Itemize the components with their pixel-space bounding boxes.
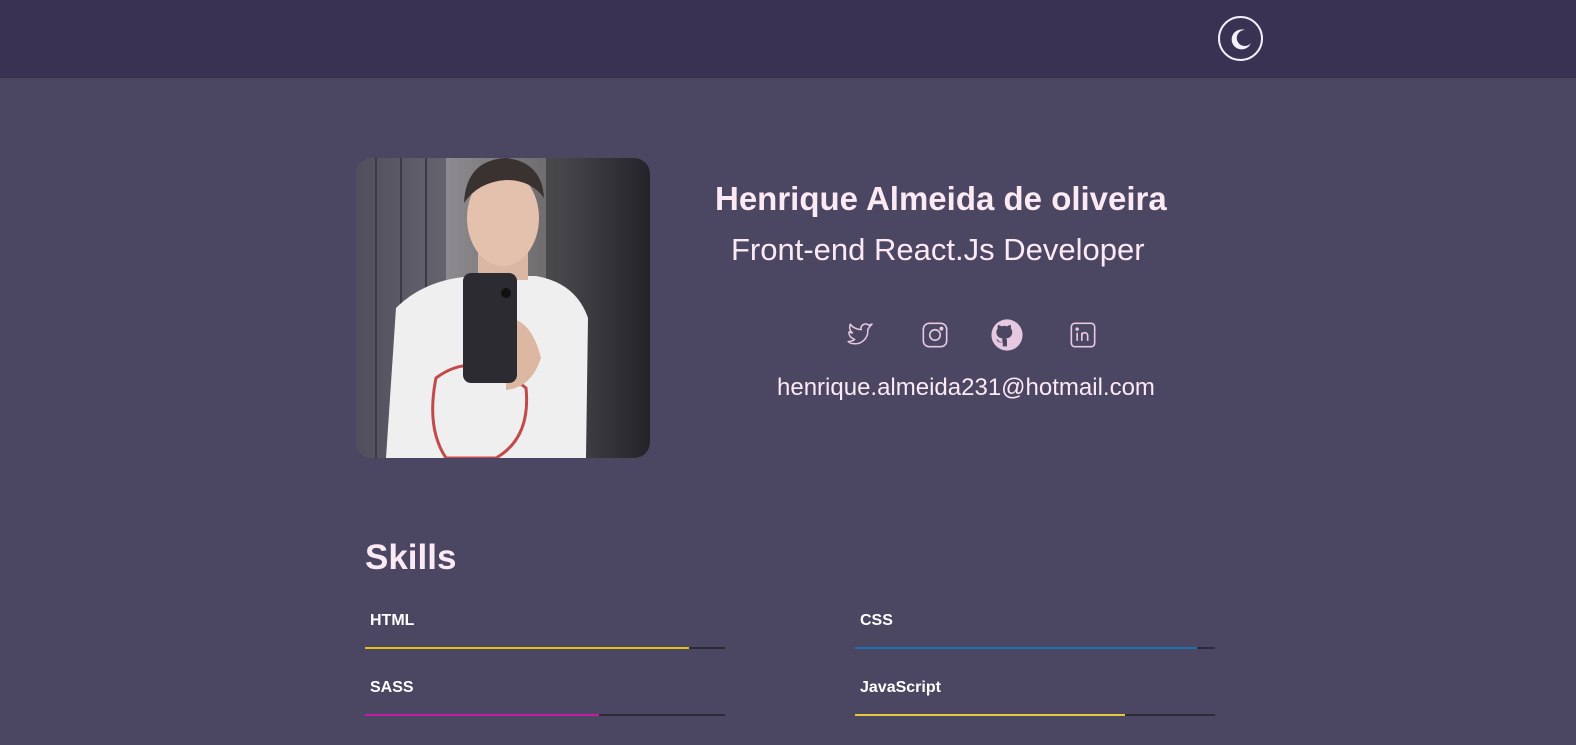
avatar-photo: [356, 158, 650, 458]
skill-bar-fill: [365, 647, 689, 649]
linkedin-link[interactable]: [1066, 318, 1100, 352]
profile-role: Front-end React.Js Developer: [731, 232, 1145, 267]
social-links: [0, 318, 1576, 354]
instagram-icon: [922, 322, 948, 348]
skill-bar: [855, 647, 1215, 649]
skill-label: JavaScript: [860, 679, 941, 696]
skill-sass: SASS: [365, 679, 725, 716]
skill-bar: [365, 647, 725, 649]
skill-bar-fill: [365, 714, 599, 716]
github-link[interactable]: [990, 318, 1024, 352]
moon-icon: [1231, 28, 1251, 49]
skill-bar: [855, 714, 1215, 716]
profile-email: henrique.almeida231@hotmail.com: [777, 374, 1155, 401]
profile-avatar: [356, 158, 650, 458]
twitter-link[interactable]: [842, 318, 876, 352]
skill-javascript: JavaScript: [855, 679, 1215, 716]
skill-css: CSS: [855, 612, 1215, 649]
instagram-link[interactable]: [918, 318, 952, 352]
skill-label: HTML: [370, 612, 415, 629]
skill-label: SASS: [370, 679, 414, 696]
skill-html: HTML: [365, 612, 725, 649]
linkedin-icon: [1070, 322, 1096, 348]
skill-bar-fill: [855, 647, 1197, 649]
skills-title: Skills: [365, 538, 457, 577]
github-icon: [991, 319, 1023, 351]
profile-name: Henrique Almeida de oliveira: [715, 180, 1167, 217]
skill-bar-fill: [855, 714, 1125, 716]
twitter-icon: [847, 323, 873, 345]
skill-label: CSS: [860, 612, 893, 629]
top-navbar: [0, 0, 1576, 78]
theme-toggle-button[interactable]: [1218, 16, 1263, 61]
skill-bar: [365, 714, 725, 716]
